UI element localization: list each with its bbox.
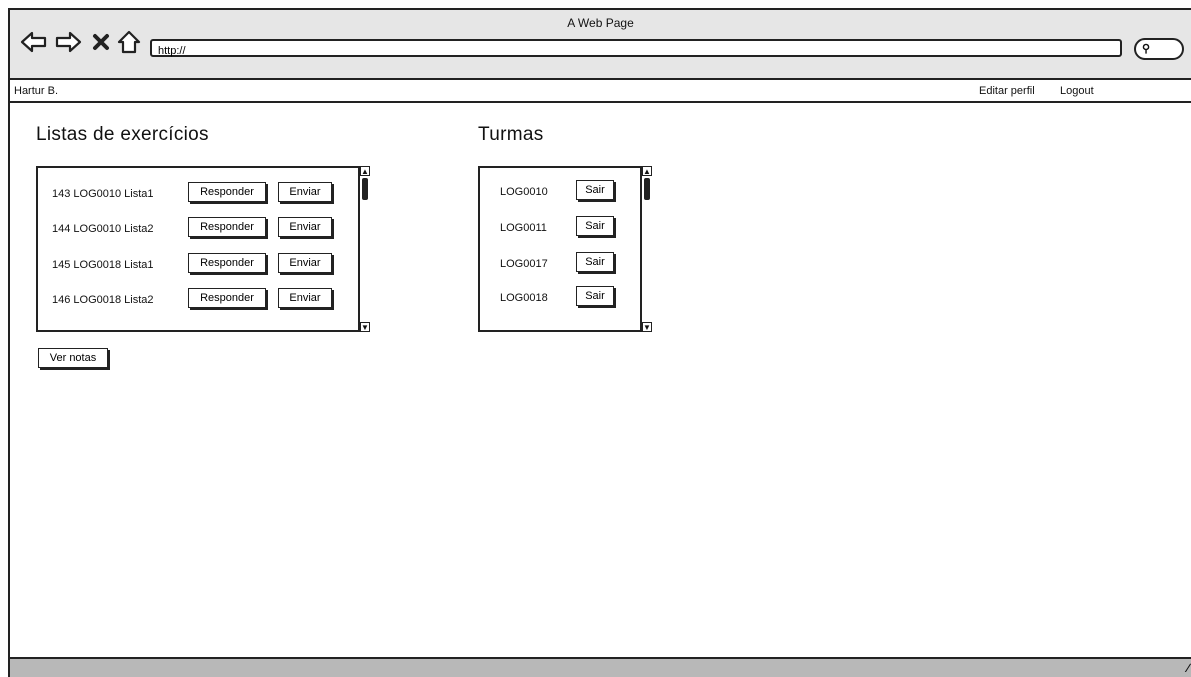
sair-button[interactable]: Sair [576,180,614,200]
edit-profile-link[interactable]: Editar perfil [979,85,1035,97]
scroll-up-icon[interactable]: ▲ [360,166,370,176]
enviar-button[interactable]: Enviar [278,217,332,237]
class-label: LOG0010 [500,186,548,198]
exercise-lists-title: Listas de exercícios [36,124,209,145]
list-item: LOG0017 Sair [480,252,650,278]
address-bar[interactable] [150,39,1122,58]
user-name: Hartur B. [14,85,59,97]
enviar-button[interactable]: Enviar [278,182,332,202]
classes-title: Turmas [478,124,544,145]
class-label: LOG0018 [500,292,548,304]
ver-notas-button[interactable]: Ver notas [38,348,108,368]
classes-panel: LOG0010 Sair LOG0011 Sair LOG0017 Sair L… [478,166,652,332]
search-icon: ⚲ [1142,43,1151,55]
list-item-label: 146 LOG0018 Lista2 [52,294,154,306]
list-item: 143 LOG0010 Lista1 Responder Enviar [38,182,368,208]
scroll-down-icon[interactable]: ▼ [642,322,652,332]
search-button[interactable]: ⚲ [1134,38,1184,60]
scroll-thumb[interactable] [362,178,368,200]
enviar-button[interactable]: Enviar [278,253,332,273]
list-item: 146 LOG0018 Lista2 Responder Enviar [38,288,368,314]
exercise-lists-panel: 143 LOG0010 Lista1 Responder Enviar 144 … [36,166,370,332]
back-icon[interactable] [20,29,48,55]
sair-button[interactable]: Sair [576,286,614,306]
window-title: A Web Page [567,16,634,30]
logout-link[interactable]: Logout [1060,85,1094,97]
list-item-label: 145 LOG0018 Lista1 [52,259,154,271]
list-item-label: 144 LOG0010 Lista2 [52,223,154,235]
resize-grip-icon[interactable]: ∕ [1187,661,1189,675]
list-item-label: 143 LOG0010 Lista1 [52,188,154,200]
class-label: LOG0011 [500,222,547,234]
home-icon[interactable] [116,29,142,55]
scroll-thumb[interactable] [644,178,650,200]
list-item: 145 LOG0018 Lista1 Responder Enviar [38,253,368,279]
responder-button[interactable]: Responder [188,288,266,308]
browser-toolbar: A Web Page ⚲ [10,10,1191,80]
list-item: LOG0018 Sair [480,286,650,312]
list-item: LOG0010 Sair [480,180,650,206]
enviar-button[interactable]: Enviar [278,288,332,308]
responder-button[interactable]: Responder [188,253,266,273]
vertical-scrollbar[interactable]: ▲ ▼ [640,166,652,332]
responder-button[interactable]: Responder [188,182,266,202]
url-input[interactable] [152,44,1036,58]
status-bar: ∕ [10,657,1191,677]
class-label: LOG0017 [500,258,548,270]
close-icon[interactable] [90,29,112,55]
list-item: 144 LOG0010 Lista2 Responder Enviar [38,217,368,243]
sair-button[interactable]: Sair [576,216,614,236]
responder-button[interactable]: Responder [188,217,266,237]
scroll-down-icon[interactable]: ▼ [360,322,370,332]
sair-button[interactable]: Sair [576,252,614,272]
browser-window: A Web Page ⚲ Hartur B. Editar perfil Log… [8,8,1191,677]
top-menu-bar: Hartur B. Editar perfil Logout [10,81,1191,103]
scroll-up-icon[interactable]: ▲ [642,166,652,176]
list-item: LOG0011 Sair [480,216,650,242]
forward-icon[interactable] [54,29,82,55]
vertical-scrollbar[interactable]: ▲ ▼ [358,166,370,332]
